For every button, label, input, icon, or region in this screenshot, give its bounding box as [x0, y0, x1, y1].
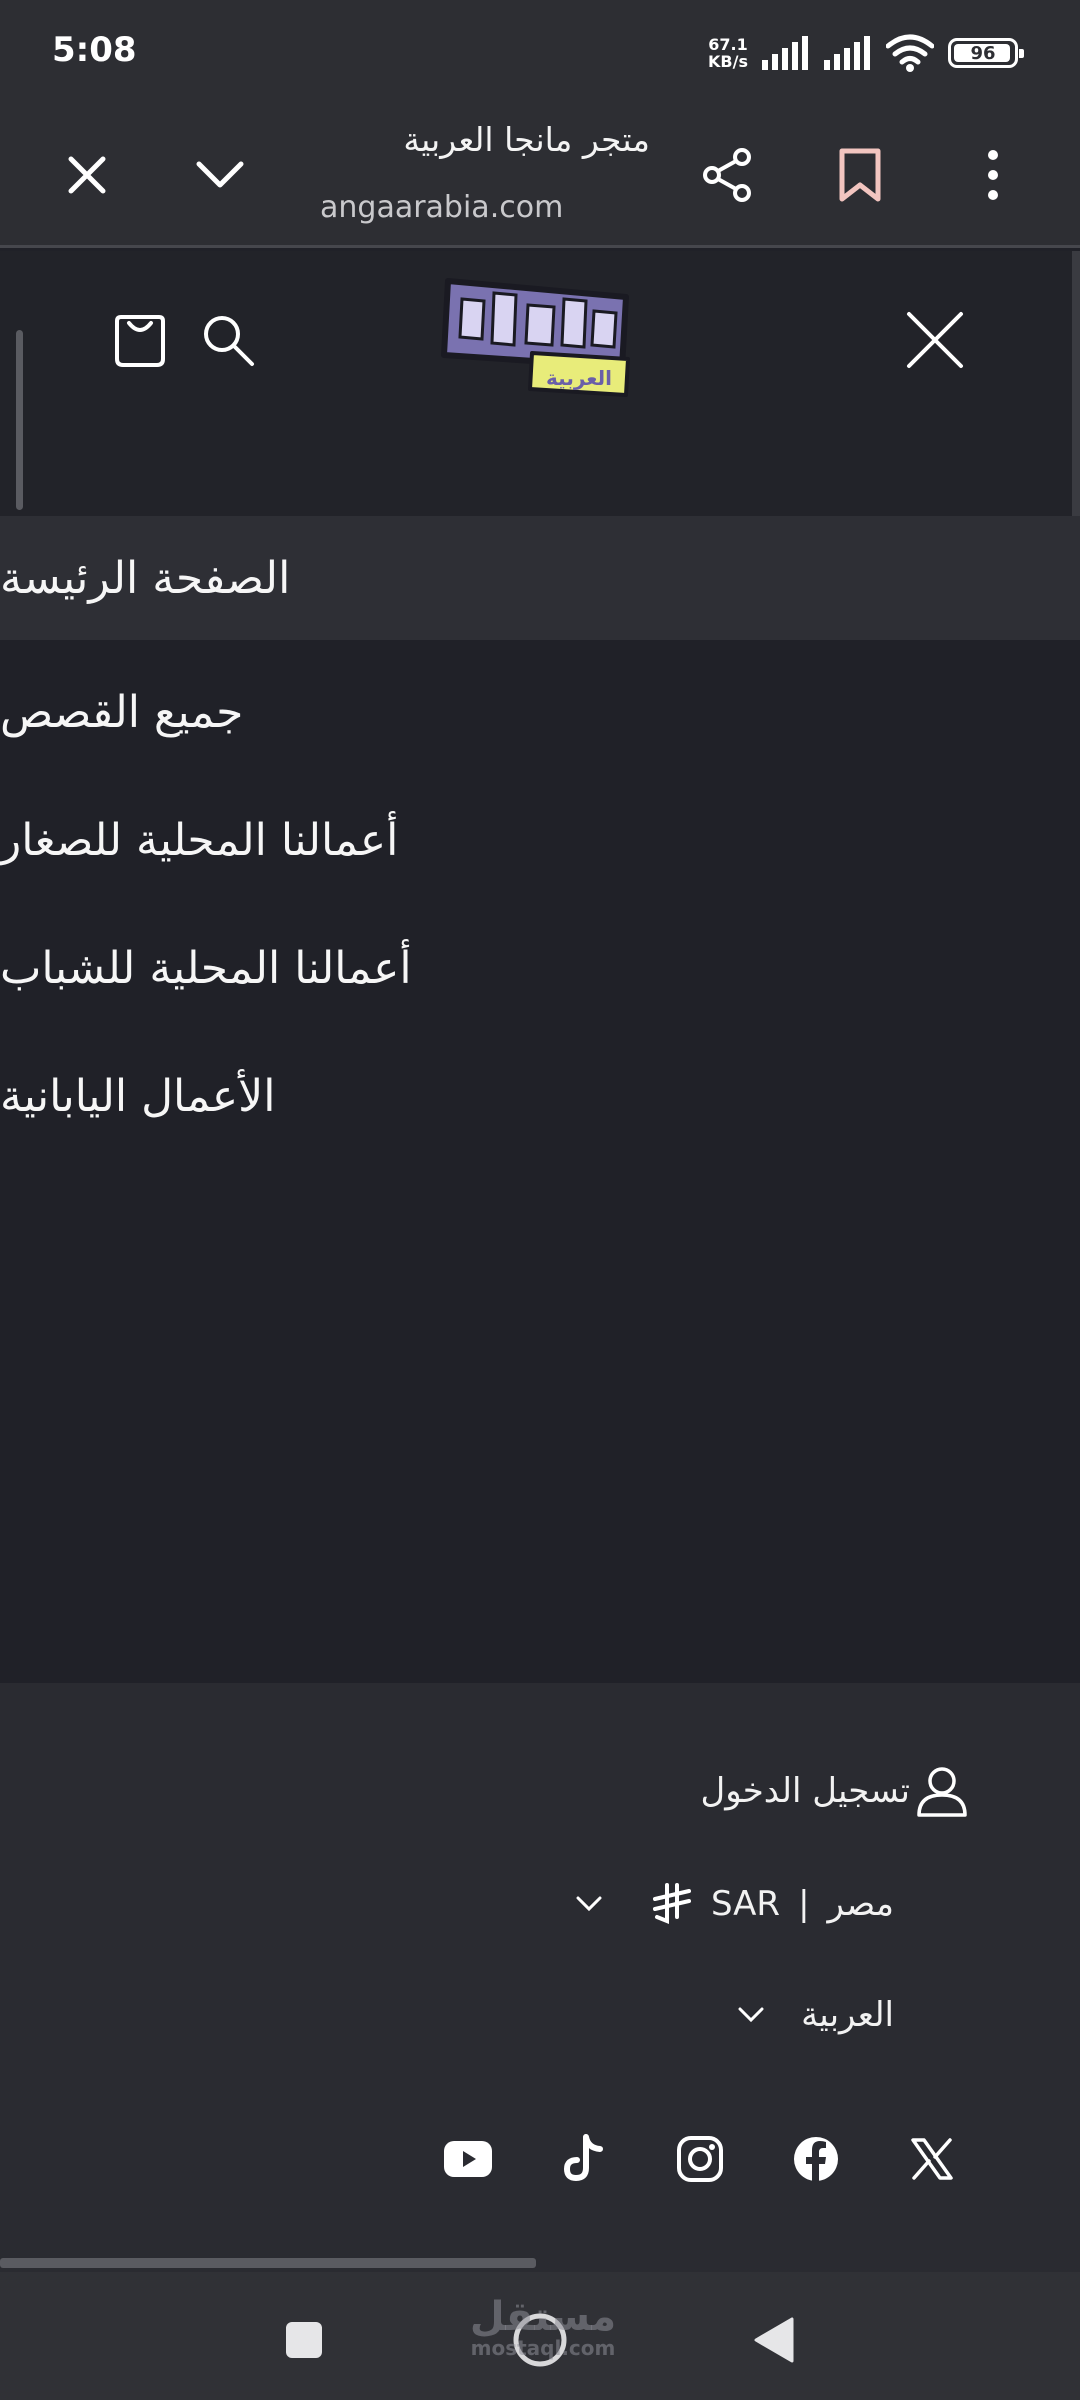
chevron-down-icon	[196, 161, 244, 188]
bookmark-button[interactable]	[815, 130, 905, 220]
square-icon	[286, 2322, 322, 2358]
language-selector[interactable]: العربية	[737, 1995, 894, 2035]
login-link[interactable]: تسجيل الدخول	[701, 1763, 971, 1819]
close-menu-button[interactable]	[895, 300, 975, 380]
menu-item-label: أعمالنا المحلية للصغار	[0, 814, 399, 866]
page-scrollbar[interactable]	[1072, 251, 1080, 516]
manga-arabia-logo: العربية	[441, 278, 630, 397]
status-bar: 5:08 67.1 KB/s 96	[0, 0, 1080, 100]
youtube-icon	[444, 2141, 492, 2177]
back-button[interactable]	[734, 2300, 814, 2380]
menu-item-label: جميع القصص	[0, 686, 244, 738]
menu-footer: تسجيل الدخول SAR | مصر العربية	[0, 1683, 1080, 2273]
menu-item-all-stories[interactable]: جميع القصص	[0, 648, 1080, 776]
currency-code: SAR	[710, 1884, 781, 1924]
nav-menu: الصفحة الرئيسة جميع القصص أعمالنا المحلي…	[0, 516, 1080, 1160]
bag-icon	[115, 315, 165, 367]
menu-item-local-kids[interactable]: أعمالنا المحلية للصغار	[0, 776, 1080, 904]
language-label: العربية	[801, 1995, 894, 2035]
more-vert-icon	[988, 150, 998, 200]
back-triangle-icon	[754, 2317, 794, 2363]
watermark-arabic: مستقل	[469, 2294, 617, 2340]
signal-icon	[762, 36, 808, 70]
browser-toolbar: متجر مانجا العربية angaarabia.com	[0, 100, 1080, 248]
status-icons: 67.1 KB/s 96	[708, 28, 1024, 78]
battery-icon: 96	[948, 38, 1024, 68]
social-links	[440, 2131, 960, 2187]
chevron-down-icon	[738, 2007, 764, 2023]
menu-item-japanese[interactable]: الأعمال اليابانية	[0, 1032, 1080, 1160]
country-currency-selector[interactable]: SAR | مصر	[575, 1883, 894, 1925]
riyal-symbol-icon	[652, 1883, 691, 1924]
watermark: مستقل mostaql.com	[468, 2296, 618, 2358]
country-name: مصر	[827, 1884, 894, 1924]
page-url[interactable]: angaarabia.com	[320, 190, 650, 225]
horizontal-scrollbar[interactable]	[0, 2258, 536, 2268]
user-icon	[917, 1767, 967, 1817]
page-title: متجر مانجا العربية	[403, 120, 650, 159]
search-button[interactable]	[188, 300, 268, 380]
site-logo[interactable]: العربية	[436, 275, 636, 405]
menu-item-label: الأعمال اليابانية	[0, 1070, 276, 1122]
menu-item-label: أعمالنا المحلية للشباب	[0, 942, 412, 994]
watermark-latin: mostaql.com	[470, 2336, 616, 2360]
menu-item-local-youth[interactable]: أعمالنا المحلية للشباب	[0, 904, 1080, 1032]
battery-percent: 96	[970, 42, 996, 64]
close-icon	[907, 312, 963, 368]
x-link[interactable]	[904, 2131, 960, 2187]
share-icon	[703, 148, 751, 202]
minimize-tab-button[interactable]	[175, 130, 265, 220]
facebook-icon	[794, 2137, 838, 2181]
instagram-icon	[677, 2136, 723, 2182]
instagram-link[interactable]	[672, 2131, 728, 2187]
vertical-scrollbar[interactable]	[16, 330, 23, 510]
close-icon	[68, 156, 106, 194]
status-time: 5:08	[52, 30, 137, 70]
menu-item-label: الصفحة الرئيسة	[0, 552, 291, 604]
facebook-link[interactable]	[788, 2131, 844, 2187]
search-icon	[204, 316, 254, 366]
signal-icon-2	[824, 36, 870, 70]
tiktok-link[interactable]	[556, 2131, 612, 2187]
login-label: تسجيل الدخول	[700, 1771, 911, 1811]
network-speed-unit: KB/s	[708, 52, 748, 71]
x-icon	[911, 2138, 953, 2180]
svg-text:العربية: العربية	[546, 366, 612, 390]
more-options-button[interactable]	[948, 130, 1038, 220]
chevron-down-icon	[576, 1896, 602, 1912]
menu-item-home[interactable]: الصفحة الرئيسة	[0, 516, 1080, 640]
share-button[interactable]	[683, 130, 773, 220]
tiktok-icon	[563, 2134, 603, 2182]
currency-separator: |	[798, 1884, 810, 1924]
close-tab-button[interactable]	[42, 130, 132, 220]
recents-button[interactable]	[264, 2300, 344, 2380]
wifi-icon	[886, 34, 934, 72]
bookmark-icon	[839, 148, 881, 202]
network-speed: 67.1 KB/s	[708, 36, 748, 70]
youtube-link[interactable]	[440, 2131, 496, 2187]
network-speed-value: 67.1	[708, 35, 748, 54]
cart-button[interactable]	[100, 300, 180, 380]
